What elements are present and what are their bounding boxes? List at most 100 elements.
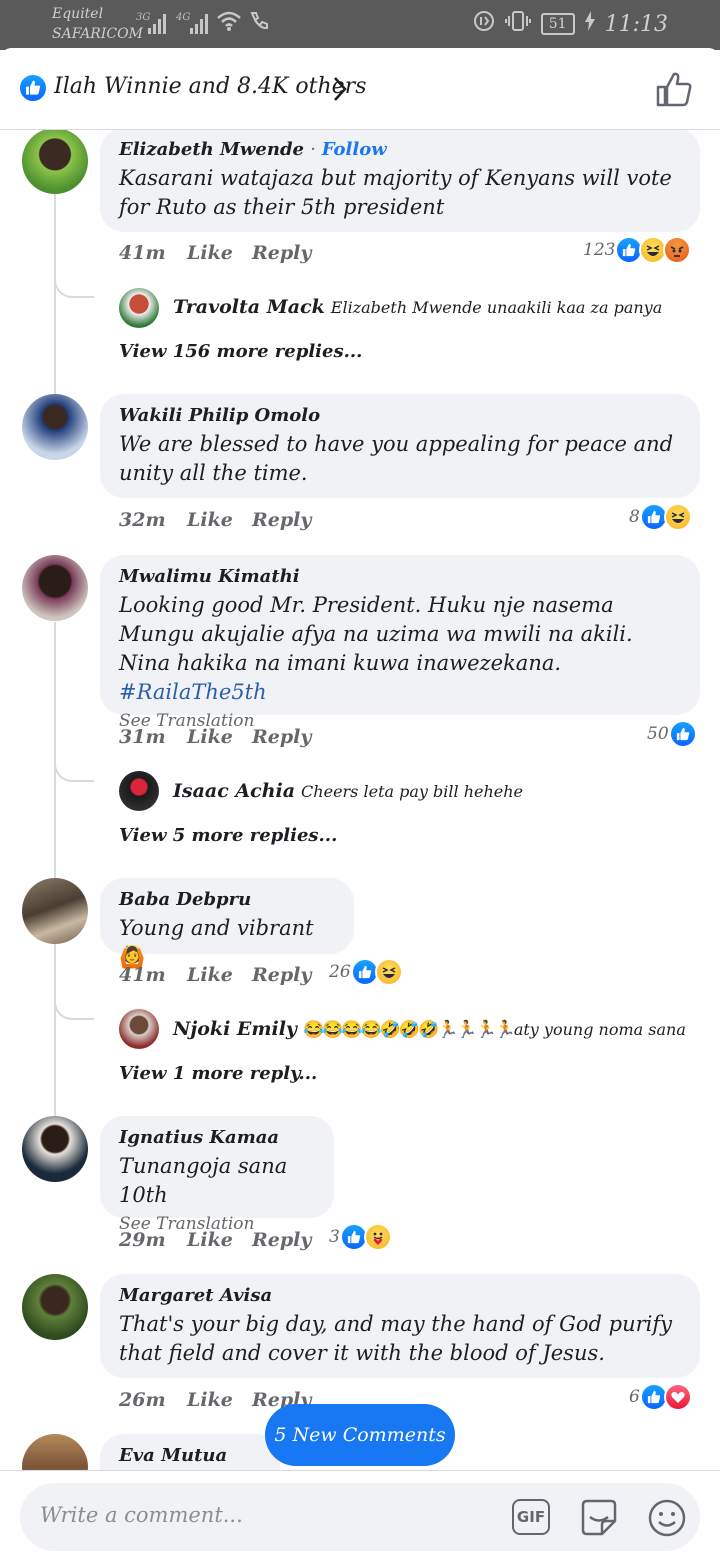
like-button[interactable]: Like	[187, 1389, 252, 1411]
comment-actions: 32m Like Reply	[119, 509, 311, 531]
reply-text: Elizabeth Mwende unaakili kaa za panya	[330, 298, 663, 317]
avatar[interactable]	[22, 555, 88, 621]
comment-time: 31m	[119, 726, 166, 748]
comment-actions: 41m Like Reply	[119, 242, 311, 264]
haha-icon	[374, 958, 403, 986]
wifi-calling-icon	[248, 10, 270, 36]
reaction-summary[interactable]: 123	[583, 236, 692, 264]
comment-author[interactable]: Margaret Avisa	[119, 1284, 680, 1308]
reaction-summary[interactable]: 6	[629, 1383, 692, 1411]
comment-text: Kasarani watajaza but majority of Kenyan…	[119, 166, 672, 219]
reaction-count: 123	[583, 240, 616, 260]
reaction-summary[interactable]: 26	[329, 958, 403, 986]
comment-text: Young and vibrant	[119, 916, 314, 940]
comment-time: 41m	[119, 964, 166, 986]
reaction-summary[interactable]: 3	[329, 1223, 392, 1251]
separator-dot: ·	[310, 139, 322, 160]
comment-bubble: Elizabeth Mwende · Follow Kasarani wataj…	[100, 128, 700, 232]
reply-connector	[54, 998, 94, 1020]
avatar[interactable]	[22, 1116, 88, 1182]
vibrate-icon	[504, 10, 531, 38]
comment-author-row: Elizabeth Mwende · Follow	[119, 138, 680, 162]
reaction-summary[interactable]: 50	[647, 720, 697, 748]
charging-icon	[584, 11, 595, 37]
battery-level: 51	[540, 13, 575, 35]
comment-time: 41m	[119, 242, 166, 264]
comment-text-block: Looking good Mr. President. Huku nje nas…	[119, 591, 680, 707]
like-button[interactable]: Like	[187, 1229, 252, 1251]
comment-input[interactable]: Write a comment... GIF	[20, 1483, 700, 1551]
reply-preview[interactable]: Njoki Emily 😂😂😂😂🤣🤣🤣🏃🏃🏃🏃aty young noma san…	[173, 1018, 686, 1040]
sticker-icon[interactable]	[578, 1497, 620, 1543]
like-button[interactable]: Like	[187, 509, 252, 531]
thread-line	[54, 622, 56, 884]
avatar[interactable]	[119, 771, 159, 811]
comments-sheet: Ilah Winnie and 8.4K others Elizabeth Mw…	[0, 48, 720, 1560]
reactions-summary[interactable]: Ilah Winnie and 8.4K others	[54, 74, 367, 99]
like-icon	[18, 73, 48, 103]
reaction-count: 8	[629, 507, 640, 527]
signal-icon	[148, 12, 166, 34]
like-button[interactable]: Like	[187, 726, 252, 748]
follow-button[interactable]: Follow	[322, 139, 387, 160]
reaction-count: 6	[629, 1387, 640, 1407]
carrier-name: Equitel	[52, 6, 104, 22]
avatar[interactable]	[22, 394, 88, 460]
reply-button[interactable]: Reply	[252, 726, 311, 748]
gif-button[interactable]: GIF	[512, 1499, 550, 1535]
comment-bubble: Baba Debpru Young and vibrant 🙆	[100, 878, 354, 969]
avatar[interactable]	[22, 128, 88, 194]
reaction-count: 26	[329, 962, 351, 982]
angry-icon	[663, 236, 692, 264]
reply-connector	[54, 760, 94, 782]
view-more-replies-link[interactable]: View 156 more replies...	[119, 341, 362, 362]
thumbs-up-icon[interactable]	[655, 70, 693, 112]
comment-text: Tunangoja sana 10th	[119, 1154, 288, 1207]
wifi-icon	[216, 10, 242, 36]
comment-author[interactable]: Eva Mutua	[119, 1444, 260, 1468]
view-more-replies-link[interactable]: View 1 more reply...	[119, 1063, 317, 1084]
reply-text: aty young noma sana	[513, 1020, 686, 1039]
chevron-right-icon[interactable]	[332, 75, 348, 107]
comment-author[interactable]: Ignatius Kamaa	[119, 1126, 314, 1150]
comment-time: 26m	[119, 1389, 166, 1411]
comment-bubble: Wakili Philip Omolo We are blessed to ha…	[100, 394, 700, 498]
comment-author[interactable]: Baba Debpru	[119, 888, 334, 912]
comment-time: 29m	[119, 1229, 166, 1251]
reply-button[interactable]: Reply	[252, 509, 311, 531]
avatar[interactable]	[119, 288, 159, 328]
comment-author[interactable]: Wakili Philip Omolo	[119, 404, 680, 428]
reaction-summary[interactable]: 8	[629, 503, 692, 531]
reply-preview[interactable]: Travolta Mack Elizabeth Mwende unaakili k…	[173, 296, 662, 318]
hashtag-link[interactable]: #RailaThe5th	[119, 680, 267, 704]
like-button[interactable]: Like	[187, 242, 252, 264]
haha-icon	[663, 503, 692, 531]
emoji-icon[interactable]	[646, 1497, 688, 1543]
reply-author[interactable]: Travolta Mack	[173, 296, 325, 318]
reply-connector	[54, 276, 94, 298]
avatar[interactable]	[22, 878, 88, 944]
comment-input-placeholder[interactable]: Write a comment...	[40, 1503, 243, 1527]
comment-actions: 29m Like Reply	[119, 1229, 329, 1251]
reply-preview[interactable]: Isaac Achia Cheers leta pay bill hehehe	[173, 780, 523, 802]
reply-button[interactable]: Reply	[252, 242, 311, 264]
reply-button[interactable]: Reply	[252, 964, 329, 986]
avatar[interactable]	[22, 1274, 88, 1340]
care-icon	[363, 1223, 392, 1251]
new-comments-button[interactable]: 5 New Comments	[265, 1404, 455, 1466]
love-icon	[663, 1383, 692, 1411]
comment-author[interactable]: Mwalimu Kimathi	[119, 565, 680, 589]
comment-composer: Write a comment... GIF	[0, 1470, 720, 1560]
reply-author[interactable]: Njoki Emily	[173, 1018, 297, 1040]
data-saver-icon	[473, 10, 495, 38]
avatar[interactable]	[119, 1009, 159, 1049]
network-type-label-2: 4G	[176, 12, 191, 23]
reply-author[interactable]: Isaac Achia	[173, 780, 295, 802]
view-more-replies-link[interactable]: View 5 more replies...	[119, 825, 337, 846]
reactions-header[interactable]: Ilah Winnie and 8.4K others	[0, 48, 720, 130]
comment-text: We are blessed to have you appealing for…	[119, 432, 674, 485]
comment-author[interactable]: Elizabeth Mwende	[119, 139, 304, 160]
reply-button[interactable]: Reply	[252, 1229, 329, 1251]
like-button[interactable]: Like	[187, 964, 252, 986]
carrier-name-2: SAFARICOM	[52, 26, 143, 42]
